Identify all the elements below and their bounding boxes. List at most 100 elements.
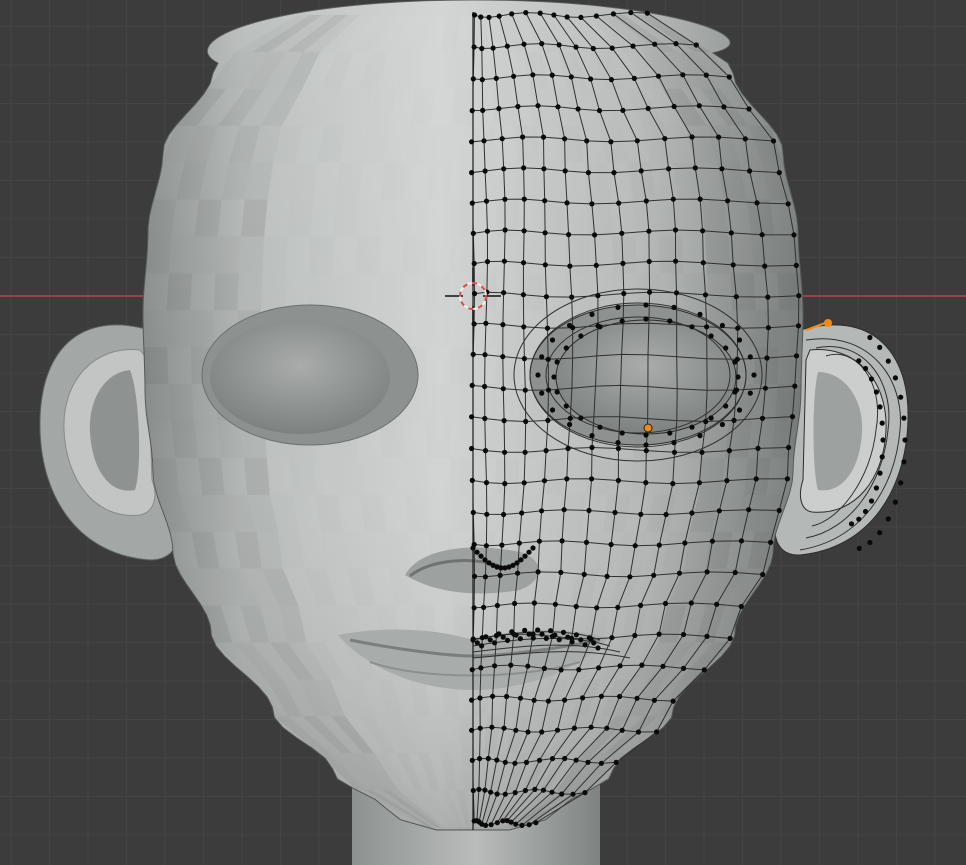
vertex-dot-icon[interactable] xyxy=(484,259,491,265)
vertex-dot-icon[interactable] xyxy=(676,570,683,576)
vertex-dot-icon[interactable] xyxy=(590,45,596,52)
vertex-dot-icon[interactable] xyxy=(617,663,623,669)
vertex-dot-icon[interactable] xyxy=(723,345,729,351)
vertex-dot-icon[interactable] xyxy=(730,262,736,268)
vertex-dot-icon[interactable] xyxy=(483,320,489,326)
vertex-dot-icon[interactable] xyxy=(470,787,476,794)
vertex-dot-icon[interactable] xyxy=(513,821,519,827)
vertex-dot-icon[interactable] xyxy=(736,337,743,343)
selected-vertex-icon[interactable] xyxy=(824,319,832,327)
vertex-dot-icon[interactable] xyxy=(651,697,658,703)
vertex-dot-icon[interactable] xyxy=(719,421,726,428)
vertex-dot-icon[interactable] xyxy=(643,302,649,308)
vertex-dot-icon[interactable] xyxy=(662,136,668,142)
vertex-dot-icon[interactable] xyxy=(521,480,527,486)
vertex-dot-icon[interactable] xyxy=(482,383,488,390)
vertex-dot-icon[interactable] xyxy=(627,574,633,580)
vertex-dot-icon[interactable] xyxy=(638,602,644,609)
vertex-dot-icon[interactable] xyxy=(619,230,625,236)
vertex-dot-icon[interactable] xyxy=(542,198,548,204)
vertex-dot-icon[interactable] xyxy=(856,545,862,552)
vertex-dot-icon[interactable] xyxy=(470,76,476,82)
vertex-dot-icon[interactable] xyxy=(513,632,519,638)
vertex-dot-icon[interactable] xyxy=(728,230,734,236)
vertex-dot-icon[interactable] xyxy=(901,459,907,465)
vertex-dot-icon[interactable] xyxy=(585,759,591,765)
vertex-dot-icon[interactable] xyxy=(643,198,649,204)
vertex-dot-icon[interactable] xyxy=(496,106,502,112)
vertex-dot-icon[interactable] xyxy=(482,168,488,174)
vertex-dot-icon[interactable] xyxy=(736,407,743,413)
vertex-dot-icon[interactable] xyxy=(612,509,618,516)
vertex-dot-icon[interactable] xyxy=(484,511,490,517)
vertex-dot-icon[interactable] xyxy=(656,542,662,548)
vertex-dot-icon[interactable] xyxy=(551,12,557,18)
vertex-dot-icon[interactable] xyxy=(520,292,527,298)
vertex-dot-icon[interactable] xyxy=(652,41,658,47)
vertex-dot-icon[interactable] xyxy=(793,353,800,359)
vertex-dot-icon[interactable] xyxy=(680,72,686,78)
vertex-dot-icon[interactable] xyxy=(898,480,904,486)
vertex-dot-icon[interactable] xyxy=(502,449,508,455)
vertex-dot-icon[interactable] xyxy=(735,374,741,380)
vertex-dot-icon[interactable] xyxy=(515,570,521,576)
vertex-dot-icon[interactable] xyxy=(501,725,507,731)
vertex-dot-icon[interactable] xyxy=(483,822,489,829)
vertex-dot-icon[interactable] xyxy=(615,304,621,310)
vertex-dot-icon[interactable] xyxy=(738,603,744,610)
vertex-dot-icon[interactable] xyxy=(699,449,705,455)
vertex-dot-icon[interactable] xyxy=(762,385,769,391)
vertex-dot-icon[interactable] xyxy=(721,104,727,110)
vertex-dot-icon[interactable] xyxy=(469,200,475,206)
vertex-dot-icon[interactable] xyxy=(494,602,500,609)
vertex-dot-icon[interactable] xyxy=(502,759,508,765)
vertex-dot-icon[interactable] xyxy=(646,228,652,234)
vertex-dot-icon[interactable] xyxy=(543,635,549,642)
vertex-dot-icon[interactable] xyxy=(470,351,476,357)
vertex-dot-icon[interactable] xyxy=(672,227,679,233)
vertex-dot-icon[interactable] xyxy=(877,344,883,350)
vertex-dot-icon[interactable] xyxy=(552,601,559,607)
vertex-dot-icon[interactable] xyxy=(510,73,517,79)
vertex-dot-icon[interactable] xyxy=(873,389,880,395)
vertex-dot-icon[interactable] xyxy=(588,76,594,82)
vertex-dot-icon[interactable] xyxy=(549,756,556,762)
vertex-dot-icon[interactable] xyxy=(795,323,802,329)
vertex-dot-icon[interactable] xyxy=(471,605,477,611)
vertex-dot-icon[interactable] xyxy=(898,394,904,400)
vertex-dot-icon[interactable] xyxy=(483,543,489,549)
vertex-dot-icon[interactable] xyxy=(762,263,768,269)
vertex-dot-icon[interactable] xyxy=(643,442,649,448)
vertex-dot-icon[interactable] xyxy=(597,424,603,430)
vertex-dot-icon[interactable] xyxy=(531,600,538,606)
vertex-dot-icon[interactable] xyxy=(521,41,527,47)
vertex-dot-icon[interactable] xyxy=(856,358,862,364)
vertex-dot-icon[interactable] xyxy=(477,695,483,701)
vertex-dot-icon[interactable] xyxy=(539,41,545,47)
vertex-dot-icon[interactable] xyxy=(558,667,564,673)
vertex-dot-icon[interactable] xyxy=(549,407,556,413)
vertex-dot-icon[interactable] xyxy=(867,334,873,341)
vertex-dot-icon[interactable] xyxy=(511,600,518,607)
vertex-dot-icon[interactable] xyxy=(509,629,515,635)
vertex-dot-icon[interactable] xyxy=(578,14,584,20)
vertex-dot-icon[interactable] xyxy=(616,200,622,206)
vertex-dot-icon[interactable] xyxy=(471,260,477,267)
vertex-dot-icon[interactable] xyxy=(621,290,627,297)
vertex-dot-icon[interactable] xyxy=(598,760,605,766)
vertex-dot-icon[interactable] xyxy=(638,511,644,517)
vertex-dot-icon[interactable] xyxy=(469,697,475,703)
vertex-dot-icon[interactable] xyxy=(608,77,615,83)
vertex-dot-icon[interactable] xyxy=(554,389,560,395)
vertex-dot-icon[interactable] xyxy=(504,637,511,644)
vertex-dot-icon[interactable] xyxy=(539,729,545,735)
vertex-dot-icon[interactable] xyxy=(868,498,875,504)
vertex-dot-icon[interactable] xyxy=(549,72,555,78)
vertex-dot-icon[interactable] xyxy=(776,507,782,514)
vertex-dot-icon[interactable] xyxy=(643,448,649,454)
vertex-dot-icon[interactable] xyxy=(536,538,543,544)
vertex-dot-icon[interactable] xyxy=(589,311,595,317)
vertex-dot-icon[interactable] xyxy=(525,729,531,735)
vertex-dot-icon[interactable] xyxy=(747,390,753,396)
vertex-dot-icon[interactable] xyxy=(680,665,687,672)
